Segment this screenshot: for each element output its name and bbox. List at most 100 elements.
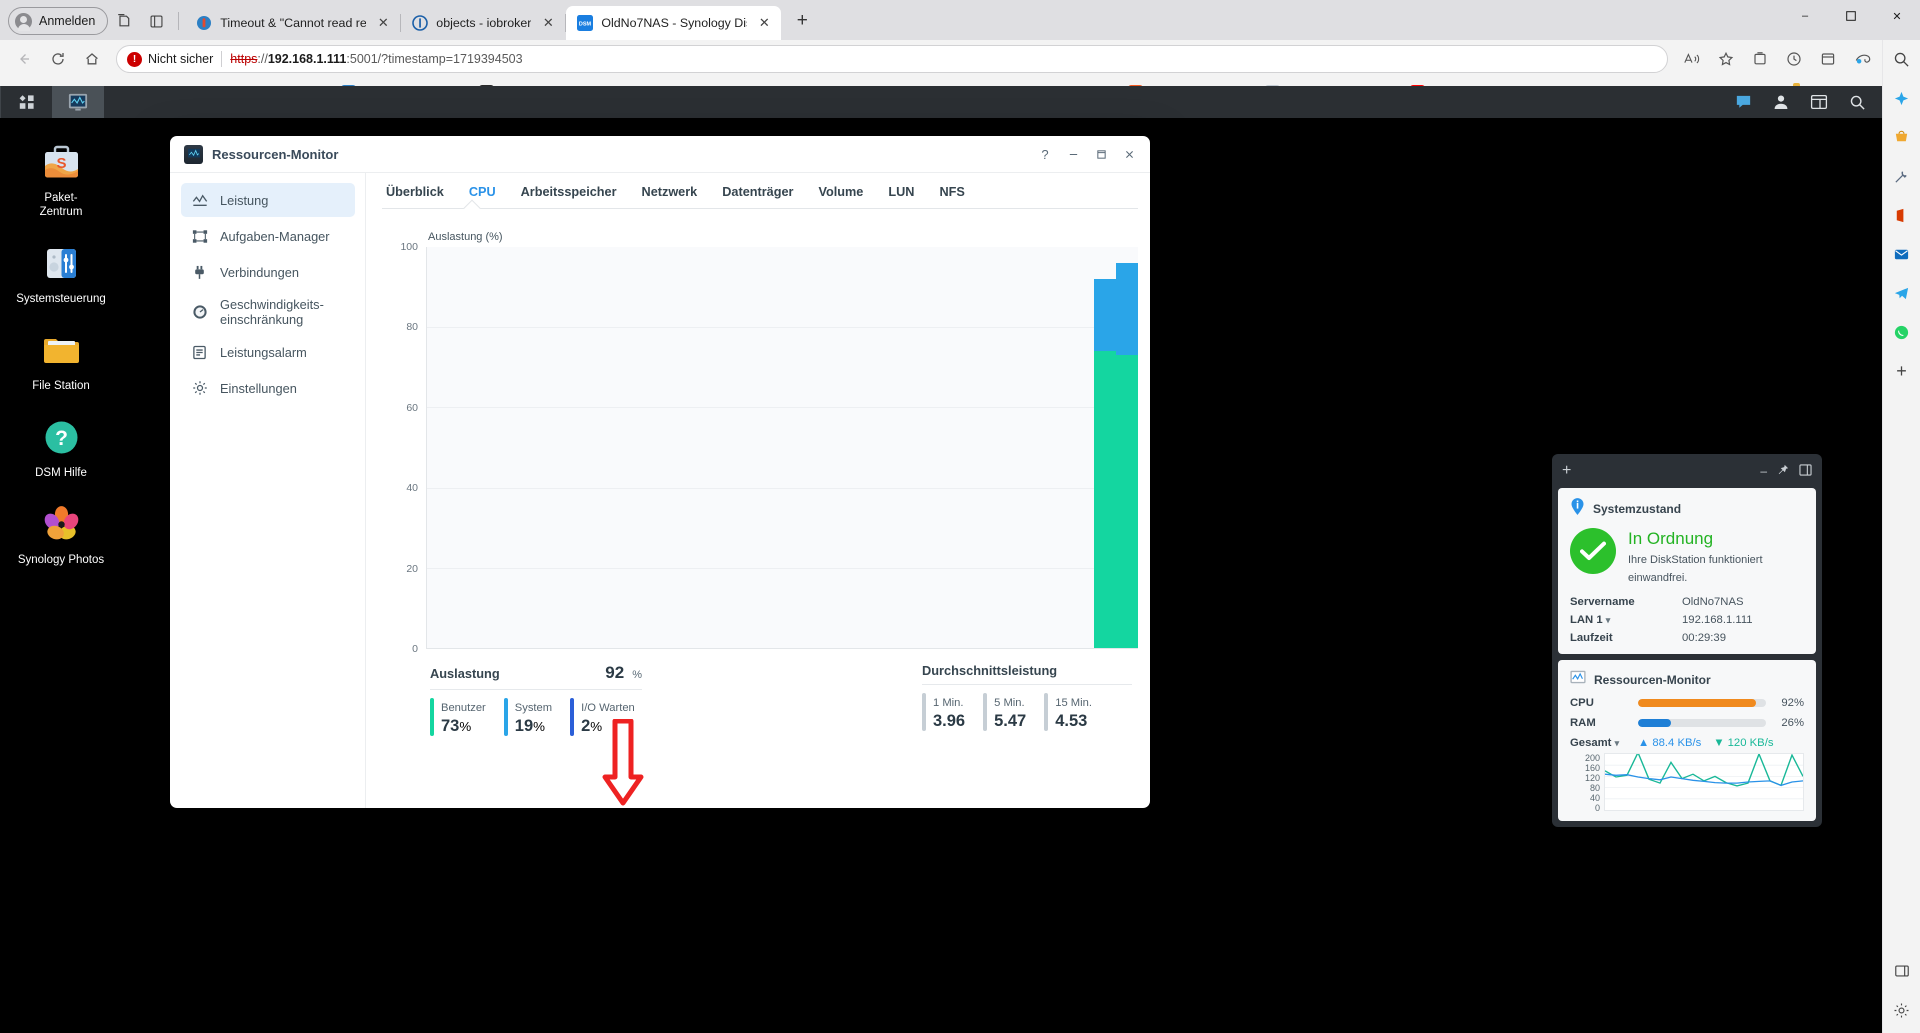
profile-signin-button[interactable]: Anmelden (8, 7, 109, 35)
iobroker-icon (412, 15, 429, 31)
tab-bar: Überblick CPU Arbeitsspeicher Netzwerk D… (382, 185, 1138, 209)
url-path: :5001/?timestamp=1719394503 (346, 52, 523, 66)
desktop-icon-label: Synology Photos (17, 554, 105, 566)
window-maximize-button[interactable] (1828, 0, 1874, 32)
desktop-icon-dsm-help[interactable]: ? DSM Hilfe (6, 415, 116, 480)
sidebar-item-label: Leistung (220, 192, 269, 208)
close-button[interactable] (1116, 141, 1142, 167)
back-icon[interactable] (8, 44, 40, 74)
sidebar-add-icon[interactable]: + (1887, 356, 1917, 386)
health-row-lan1[interactable]: LAN 1 ▾ 192.168.1.111 (1570, 614, 1804, 626)
sidebar-item-leistung[interactable]: Leistung (181, 183, 355, 217)
security-status[interactable]: ! Nicht sicher (127, 51, 213, 67)
tab-title: OldNo7NAS - Synology DiskStati (601, 16, 747, 30)
network-label[interactable]: Gesamt ▾ (1570, 737, 1638, 749)
sidebar-telegram-icon[interactable] (1887, 278, 1917, 308)
svg-text:S: S (56, 155, 66, 172)
widget-layout-icon[interactable] (1799, 463, 1812, 479)
sidebar-item-geschwindigkeitseinschraenkung[interactable]: Geschwindigkeits-einschränkung (181, 291, 355, 333)
search-icon[interactable] (1840, 86, 1874, 118)
resource-monitor-window: Ressourcen-Monitor ? Leistung Aufgaben-M… (170, 136, 1150, 808)
browser-window: Anmelden Timeout & "Cannot read reposit … (0, 0, 1920, 1033)
sidebar-item-aufgaben-manager[interactable]: Aufgaben-Manager (181, 219, 355, 253)
tab-datentraeger[interactable]: Datenträger (722, 185, 793, 209)
desktop-icon-file-station[interactable]: File Station (6, 328, 116, 393)
history-icon[interactable] (1778, 44, 1810, 74)
user-icon[interactable] (1764, 86, 1798, 118)
window-title-bar: Ressourcen-Monitor ? (170, 136, 1150, 173)
sidebar-expand-icon[interactable] (1887, 956, 1917, 986)
stat-label: 5 Min. (994, 697, 1025, 709)
color-swatch (503, 698, 508, 736)
read-aloud-icon[interactable] (1676, 44, 1708, 74)
browser-tab-active[interactable]: DSM OldNo7NAS - Synology DiskStati ✕ (566, 6, 782, 40)
stat-label: I/O Warten (581, 702, 635, 714)
cpu-stats-row: Auslastung 92 % Benutzer 73% System 19% … (382, 663, 1138, 736)
help-button[interactable]: ? (1032, 141, 1058, 167)
browser-essentials-icon[interactable] (1846, 44, 1878, 74)
sidebar-item-einstellungen[interactable]: Einstellungen (181, 371, 355, 405)
tab-collections-icon[interactable] (108, 7, 140, 35)
sidebar-item-verbindungen[interactable]: Verbindungen (181, 255, 355, 289)
task-manager-icon (191, 229, 208, 244)
favorites-bar-icon[interactable] (1812, 44, 1844, 74)
notifications-icon[interactable] (1726, 86, 1760, 118)
vertical-tabs-icon[interactable] (140, 7, 172, 35)
ram-label: RAM (1570, 717, 1596, 729)
tab-close-icon[interactable]: ✕ (374, 14, 392, 32)
sidebar-item-leistungsalarm[interactable]: Leistungsalarm (181, 335, 355, 369)
minimize-button[interactable] (1060, 141, 1086, 167)
sidebar-outlook-icon[interactable] (1887, 239, 1917, 269)
tab-netzwerk[interactable]: Netzwerk (642, 185, 698, 209)
performance-alarm-icon (191, 345, 208, 360)
network-chart: 200 160 120 80 40 0 (1570, 750, 1804, 813)
chevron-down-icon: ▾ (1614, 738, 1620, 748)
tab-ueberblick[interactable]: Überblick (386, 185, 444, 209)
utilization-item-system: System 19% (503, 698, 570, 736)
desktop-icon-package-center[interactable]: S Paket- Zentrum (6, 140, 116, 219)
desktop-icon-label: Paket- Zentrum (39, 192, 83, 218)
widgets-icon[interactable] (1802, 86, 1836, 118)
tab-close-icon[interactable]: ✕ (755, 14, 773, 32)
maximize-button[interactable] (1088, 141, 1114, 167)
widget-pin-icon[interactable] (1777, 464, 1789, 479)
reload-icon[interactable] (42, 44, 74, 74)
svg-text:DSM: DSM (579, 22, 592, 28)
desktop-icon-synology-photos[interactable]: Synology Photos (6, 502, 116, 567)
sidebar-shopping-icon[interactable] (1887, 122, 1917, 152)
sidebar-tools-icon[interactable] (1887, 161, 1917, 191)
collections-icon[interactable] (1744, 44, 1776, 74)
home-icon[interactable] (76, 44, 108, 74)
not-secure-icon: ! (127, 51, 142, 67)
new-tab-button[interactable]: + (787, 6, 817, 36)
apps-grid-icon[interactable] (0, 86, 52, 118)
y-tick: 60 (406, 401, 418, 414)
resource-monitor-sidebar: Leistung Aufgaben-Manager Verbindungen G… (170, 173, 365, 808)
tab-nfs[interactable]: NFS (939, 185, 964, 209)
sidebar-office-icon[interactable] (1887, 200, 1917, 230)
y-tick: 0 (412, 643, 418, 655)
window-close-button[interactable]: ✕ (1874, 0, 1920, 32)
favorite-star-icon[interactable] (1710, 44, 1742, 74)
widget-toolbar-right: – (1760, 463, 1812, 479)
browser-tab[interactable]: objects - iobroker ✕ (401, 6, 566, 40)
tab-lun[interactable]: LUN (888, 185, 914, 209)
sidebar-settings-icon[interactable] (1887, 995, 1917, 1025)
desktop-icon-control-panel[interactable]: Systemsteuerung (6, 241, 116, 306)
row-value: 00:29:39 (1682, 632, 1726, 644)
sidebar-copilot-icon[interactable] (1887, 83, 1917, 113)
tab-arbeitsspeicher[interactable]: Arbeitsspeicher (521, 185, 617, 209)
browser-tab[interactable]: Timeout & "Cannot read reposit ✕ (185, 6, 401, 40)
tab-close-icon[interactable]: ✕ (539, 14, 557, 32)
avg-performance-block: Durchschnittsleistung 1 Min. 3.96 5 Min.… (922, 663, 1132, 731)
widget-minimize-button[interactable]: – (1760, 464, 1767, 478)
window-minimize-button[interactable]: – (1782, 0, 1828, 32)
address-bar[interactable]: ! Nicht sicher https://192.168.1.111:500… (116, 45, 1668, 73)
tab-volume[interactable]: Volume (818, 185, 863, 209)
window-title: Ressourcen-Monitor (212, 146, 339, 162)
performance-icon (191, 193, 208, 208)
widget-add-button[interactable]: + (1562, 463, 1571, 479)
sidebar-search-icon[interactable] (1887, 44, 1917, 74)
taskbar-resource-monitor-icon[interactable] (52, 86, 104, 118)
sidebar-whatsapp-icon[interactable] (1887, 317, 1917, 347)
